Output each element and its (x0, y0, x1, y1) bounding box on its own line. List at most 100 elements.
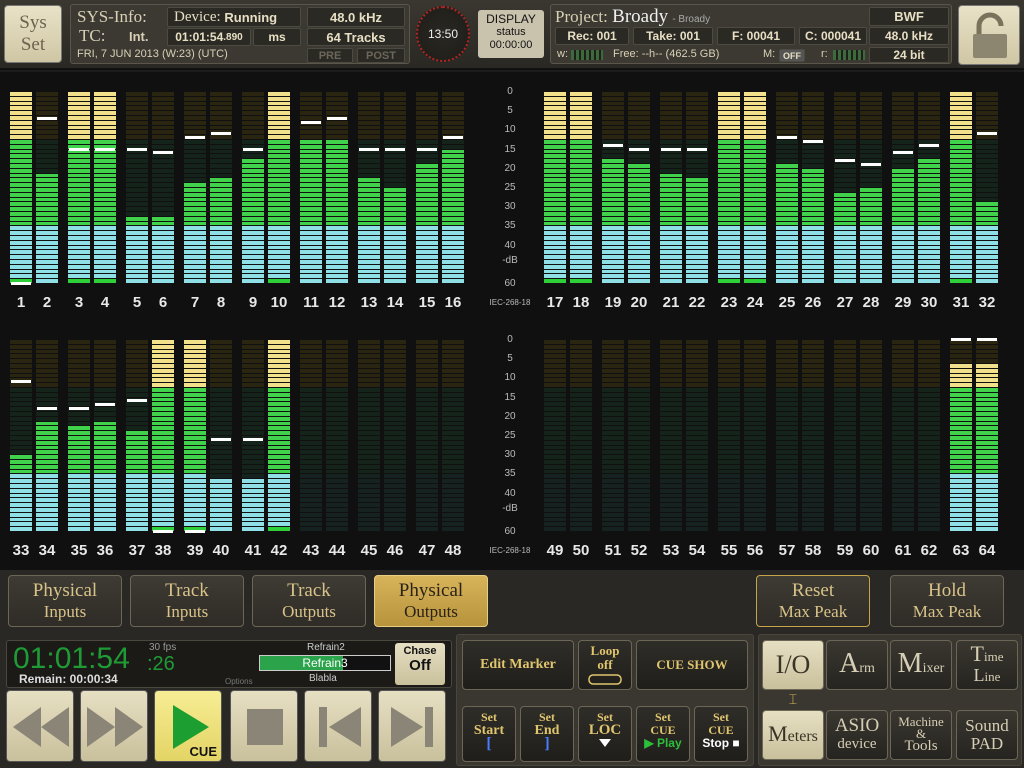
meter-channel-52[interactable] (628, 320, 650, 568)
meter-channel-63[interactable] (950, 320, 972, 568)
meter-channel-56[interactable] (744, 320, 766, 568)
meter-channel-7[interactable] (184, 72, 206, 320)
meter-channel-13[interactable] (358, 72, 380, 320)
meter-channel-42[interactable] (268, 320, 290, 568)
meter-channel-37[interactable] (126, 320, 148, 568)
meter-channel-48[interactable] (442, 320, 464, 568)
meter-channel-55[interactable] (718, 320, 740, 568)
meter-channel-24[interactable] (744, 72, 766, 320)
meters-button[interactable]: Meters (762, 710, 824, 760)
fast-forward-button[interactable] (80, 690, 148, 762)
meter-channel-5[interactable] (126, 72, 148, 320)
meter-channel-64[interactable] (976, 320, 998, 568)
meter-channel-49[interactable] (544, 320, 566, 568)
meter-channel-60[interactable] (860, 320, 882, 568)
lock-button[interactable] (958, 5, 1020, 65)
machine-tools-button[interactable]: Machine & Tools (890, 710, 952, 760)
meter-channel-4[interactable] (94, 72, 116, 320)
meter-channel-53[interactable] (660, 320, 682, 568)
meter-channel-3[interactable] (68, 72, 90, 320)
tab-physical-inputs[interactable]: Physical Inputs (8, 575, 122, 627)
meter-channel-57[interactable] (776, 320, 798, 568)
meter-channel-18[interactable] (570, 72, 592, 320)
meter-channel-47[interactable] (416, 320, 438, 568)
meter-channel-41[interactable] (242, 320, 264, 568)
options-link[interactable]: Options (225, 677, 253, 686)
meter-channel-51[interactable] (602, 320, 624, 568)
stop-button[interactable] (230, 690, 298, 762)
display-status-button[interactable]: DISPLAY status 00:00:00 (478, 10, 544, 58)
meter-channel-25[interactable] (776, 72, 798, 320)
set-cue-play-button[interactable]: Set CUE ▶ Play (636, 706, 690, 762)
set-start-button[interactable]: Set Start [ (462, 706, 516, 762)
meter-channel-28[interactable] (860, 72, 882, 320)
meter-channel-36[interactable] (94, 320, 116, 568)
meter-channel-11[interactable] (300, 72, 322, 320)
asio-device-button[interactable]: ASIO device (826, 710, 888, 760)
meter-channel-14[interactable] (384, 72, 406, 320)
meter-channel-32[interactable] (976, 72, 998, 320)
meter-channel-27[interactable] (834, 72, 856, 320)
meter-segment (718, 479, 740, 483)
meter-channel-61[interactable] (892, 320, 914, 568)
meter-channel-43[interactable] (300, 320, 322, 568)
meter-channel-17[interactable] (544, 72, 566, 320)
tab-physical-outputs[interactable]: Physical Outputs (374, 575, 488, 627)
meter-channel-8[interactable] (210, 72, 232, 320)
meter-channel-40[interactable] (210, 320, 232, 568)
meter-channel-15[interactable] (416, 72, 438, 320)
meter-channel-58[interactable] (802, 320, 824, 568)
cue-show-button[interactable]: CUE SHOW (636, 640, 748, 690)
mixer-button[interactable]: Mixer (890, 640, 952, 690)
meter-channel-2[interactable] (36, 72, 58, 320)
meter-channel-45[interactable] (358, 320, 380, 568)
meter-channel-59[interactable] (834, 320, 856, 568)
set-end-button[interactable]: Set End ] (520, 706, 574, 762)
previous-button[interactable] (304, 690, 372, 762)
meter-channel-16[interactable] (442, 72, 464, 320)
meter-channel-9[interactable] (242, 72, 264, 320)
play-button[interactable]: CUE (154, 690, 222, 762)
meter-channel-22[interactable] (686, 72, 708, 320)
meter-channel-21[interactable] (660, 72, 682, 320)
meter-channel-31[interactable] (950, 72, 972, 320)
sys-set-button[interactable]: Sys Set (4, 5, 62, 63)
meter-channel-44[interactable] (326, 320, 348, 568)
reset-max-peak-button[interactable]: Reset Max Peak (756, 575, 870, 627)
meter-channel-35[interactable] (68, 320, 90, 568)
set-cue-stop-button[interactable]: Set CUE Stop ■ (694, 706, 748, 762)
edit-marker-button[interactable]: Edit Marker (462, 640, 574, 690)
io-button[interactable]: I/O (762, 640, 824, 690)
meter-channel-33[interactable] (10, 320, 32, 568)
next-button[interactable] (378, 690, 446, 762)
set-loc-button[interactable]: Set LOC (578, 706, 632, 762)
sound-pad-button[interactable]: Sound PAD (956, 710, 1018, 760)
meter-channel-23[interactable] (718, 72, 740, 320)
tab-track-inputs[interactable]: Track Inputs (130, 575, 244, 627)
hold-max-peak-button[interactable]: Hold Max Peak (890, 575, 1004, 627)
tab-track-outputs[interactable]: Track Outputs (252, 575, 366, 627)
meter-channel-39[interactable] (184, 320, 206, 568)
meter-channel-34[interactable] (36, 320, 58, 568)
meter-channel-12[interactable] (326, 72, 348, 320)
meter-channel-30[interactable] (918, 72, 940, 320)
timeline-button[interactable]: Time Line (956, 640, 1018, 690)
marker-current[interactable]: Refrain3 (259, 655, 391, 671)
meter-channel-54[interactable] (686, 320, 708, 568)
meter-channel-38[interactable] (152, 320, 174, 568)
meter-channel-6[interactable] (152, 72, 174, 320)
meter-channel-46[interactable] (384, 320, 406, 568)
meter-channel-1[interactable] (10, 72, 32, 320)
chase-button[interactable]: Chase Off (395, 643, 445, 685)
arm-button[interactable]: Arm (826, 640, 888, 690)
loop-button[interactable]: Loop off (578, 640, 632, 690)
meter-channel-20[interactable] (628, 72, 650, 320)
meter-channel-29[interactable] (892, 72, 914, 320)
meter-segment (892, 236, 914, 240)
meter-channel-50[interactable] (570, 320, 592, 568)
meter-channel-62[interactable] (918, 320, 940, 568)
meter-channel-19[interactable] (602, 72, 624, 320)
meter-channel-26[interactable] (802, 72, 824, 320)
meter-channel-10[interactable] (268, 72, 290, 320)
rewind-button[interactable] (6, 690, 74, 762)
